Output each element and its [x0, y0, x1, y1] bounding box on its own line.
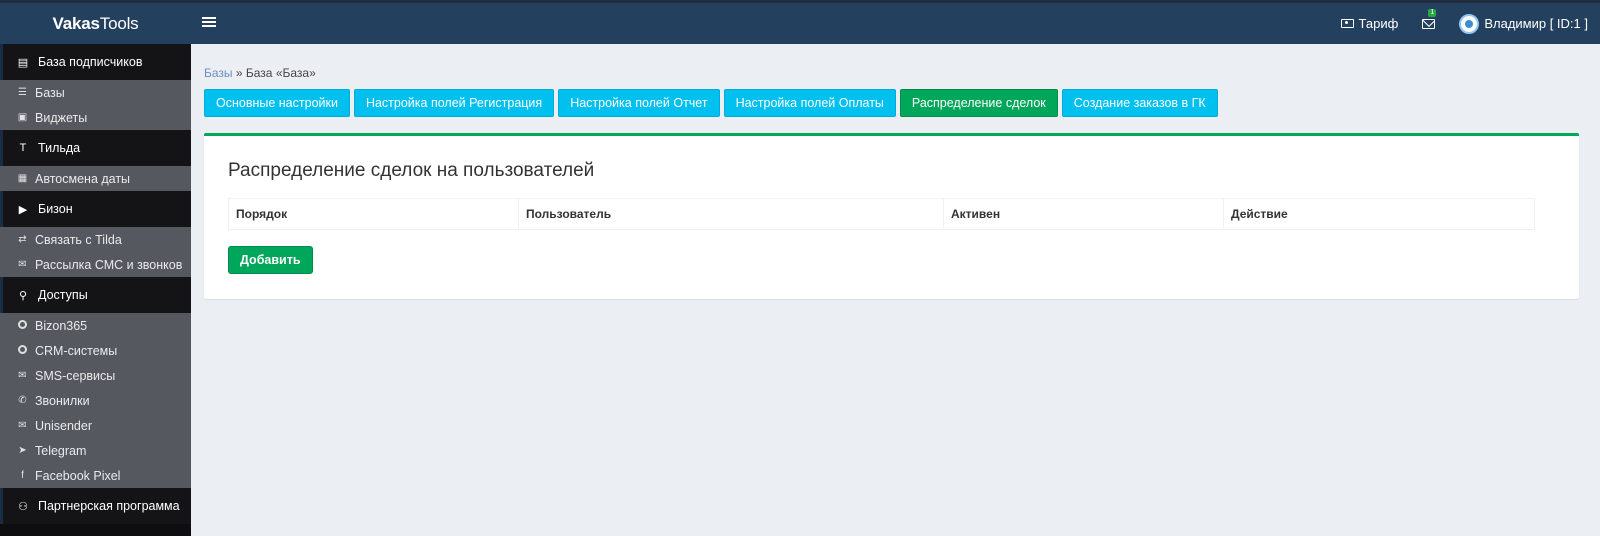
- card-title: Распределение сделок на пользователей: [228, 160, 595, 181]
- sidebar-item-label: Виджеты: [35, 110, 88, 125]
- sidebar-item-date-autochange[interactable]: ▦ Автосмена даты: [0, 166, 191, 191]
- logo-bold-text: Vakas: [52, 13, 100, 33]
- sidebar-section-partner-program[interactable]: ⚇ Партнерская программа: [0, 488, 191, 524]
- column-header-order: Порядок: [229, 199, 519, 229]
- sidebar-group-tilda: ▦ Автосмена даты: [0, 166, 191, 191]
- sidebar: ▤ База подписчиков ☰ Базы ▣ Виджеты T Ти…: [0, 44, 191, 536]
- logo-light-text: Tools: [99, 13, 139, 33]
- top-navbar: Vakas Tools Тариф 1 Владимир [ ID:1 ]: [0, 0, 1600, 44]
- sidebar-item-crm[interactable]: CRM-системы: [0, 338, 191, 363]
- user-name: Владимир [ ID:1 ]: [1484, 16, 1588, 31]
- sidebar-item-link-tilda[interactable]: ⇄ Связать с Tilda: [0, 227, 191, 252]
- sidebar-item-bases[interactable]: ☰ Базы: [0, 80, 191, 105]
- breadcrumb-separator: »: [232, 66, 246, 80]
- phone-icon: ✆: [18, 395, 27, 406]
- column-header-active: Активен: [944, 199, 1224, 229]
- sidebar-group-access: Bizon365 CRM-системы ✉ SMS-сервисы ✆ Зво…: [0, 313, 191, 488]
- sidebar-item-label: Автосмена даты: [35, 171, 131, 186]
- sidebar-section-label: Доступы: [38, 288, 88, 302]
- users-icon: ⚇: [18, 500, 28, 513]
- database-icon: ☰: [18, 87, 27, 98]
- sidebar-item-label: SMS-сервисы: [35, 368, 116, 383]
- key-icon: ⚲: [18, 289, 28, 302]
- sidebar-group-bizon: ⇄ Связать с Tilda ✉ Рассылка СМС и звонк…: [0, 227, 191, 277]
- breadcrumb-link-bases[interactable]: Базы: [204, 66, 233, 80]
- tab-deal-distribution[interactable]: Распределение сделок: [899, 89, 1058, 117]
- paper-plane-icon: ➤: [18, 445, 27, 456]
- envelope-icon: ✉: [18, 259, 27, 270]
- circle-icon: [17, 344, 28, 357]
- sidebar-item-label: Facebook Pixel: [35, 468, 121, 483]
- envelope-icon: ✉: [18, 370, 27, 381]
- widget-icon: ▣: [17, 112, 28, 123]
- tab-main-settings[interactable]: Основные настройки: [204, 89, 350, 117]
- user-menu[interactable]: Владимир [ ID:1 ]: [1459, 13, 1588, 34]
- tab-report-fields[interactable]: Настройка полей Отчет: [558, 89, 720, 117]
- sidebar-item-label: Telegram: [35, 443, 87, 458]
- tab-registration-fields[interactable]: Настройка полей Регистрация: [353, 89, 555, 117]
- exchange-icon: ⇄: [18, 234, 27, 245]
- tab-gc-orders[interactable]: Создание заказов в ГК: [1061, 89, 1218, 117]
- money-icon: [1340, 19, 1354, 28]
- main-content: Базы » База «База» Основные настройки На…: [191, 44, 1600, 536]
- envelope-filled-icon: ✉: [18, 420, 27, 431]
- circle-icon: [17, 319, 28, 332]
- sidebar-item-label: Рассылка СМС и звонков: [35, 257, 183, 272]
- text-icon: T: [19, 142, 27, 154]
- envelope-icon: [1422, 18, 1436, 29]
- calendar-icon: ▦: [17, 173, 28, 184]
- sidebar-section-subscribers[interactable]: ▤ База подписчиков: [0, 44, 191, 80]
- sidebar-section-bizon[interactable]: ▶ Бизон: [0, 191, 191, 227]
- breadcrumb-current: База «База»: [245, 66, 316, 80]
- sidebar-section-label: Бизон: [38, 202, 73, 216]
- app-logo[interactable]: Vakas Tools: [0, 3, 191, 44]
- sidebar-toggle-icon[interactable]: [202, 15, 216, 31]
- messages-button[interactable]: 1: [1422, 8, 1437, 29]
- sidebar-section-label: База подписчиков: [38, 55, 143, 69]
- column-header-user: Пользователь: [519, 199, 944, 229]
- sidebar-section-label: Партнерская программа: [38, 499, 180, 513]
- sidebar-item-widgets[interactable]: ▣ Виджеты: [0, 105, 191, 130]
- sidebar-item-label: Bizon365: [35, 318, 88, 333]
- deal-distribution-card: Распределение сделок на пользователей По…: [204, 133, 1579, 299]
- sidebar-item-label: CRM-системы: [35, 343, 118, 358]
- tariff-label: Тариф: [1358, 16, 1399, 31]
- sidebar-section-label: Тильда: [38, 141, 81, 155]
- sidebar-item-telegram[interactable]: ➤ Telegram: [0, 438, 191, 463]
- settings-tabs: Основные настройки Настройка полей Регис…: [204, 89, 1218, 117]
- breadcrumb: Базы » База «База»: [204, 66, 316, 80]
- avatar: [1459, 13, 1480, 34]
- facebook-icon: f: [21, 470, 24, 481]
- tab-payment-fields[interactable]: Настройка полей Оплаты: [723, 89, 896, 117]
- column-header-action: Действие: [1231, 207, 1288, 221]
- table-icon: ▤: [17, 56, 29, 69]
- sidebar-item-bizon365[interactable]: Bizon365: [0, 313, 191, 338]
- sidebar-item-label: Звонилки: [35, 393, 90, 408]
- distribution-table: Порядок Пользователь Активен Действие: [228, 198, 1535, 230]
- sidebar-item-label: Базы: [35, 85, 65, 100]
- tariff-link[interactable]: Тариф: [1340, 16, 1399, 31]
- navbar-right: Тариф 1 Владимир [ ID:1 ]: [1340, 3, 1588, 44]
- sidebar-item-label: Связать с Tilda: [35, 232, 122, 247]
- youtube-icon: ▶: [18, 203, 28, 216]
- sidebar-item-unisender[interactable]: ✉ Unisender: [0, 413, 191, 438]
- messages-count-badge: 1: [1428, 8, 1437, 17]
- sidebar-item-label: Unisender: [35, 418, 92, 433]
- sidebar-item-sms-calls[interactable]: ✉ Рассылка СМС и звонков: [0, 252, 191, 277]
- add-button[interactable]: Добавить: [228, 246, 313, 274]
- sidebar-item-sms-services[interactable]: ✉ SMS-сервисы: [0, 363, 191, 388]
- sidebar-item-dialers[interactable]: ✆ Звонилки: [0, 388, 191, 413]
- sidebar-item-facebook-pixel[interactable]: f Facebook Pixel: [0, 463, 191, 488]
- sidebar-group-subscribers: ☰ Базы ▣ Виджеты: [0, 80, 191, 130]
- sidebar-section-tilda[interactable]: T Тильда: [0, 130, 191, 166]
- sidebar-section-access[interactable]: ⚲ Доступы: [0, 277, 191, 313]
